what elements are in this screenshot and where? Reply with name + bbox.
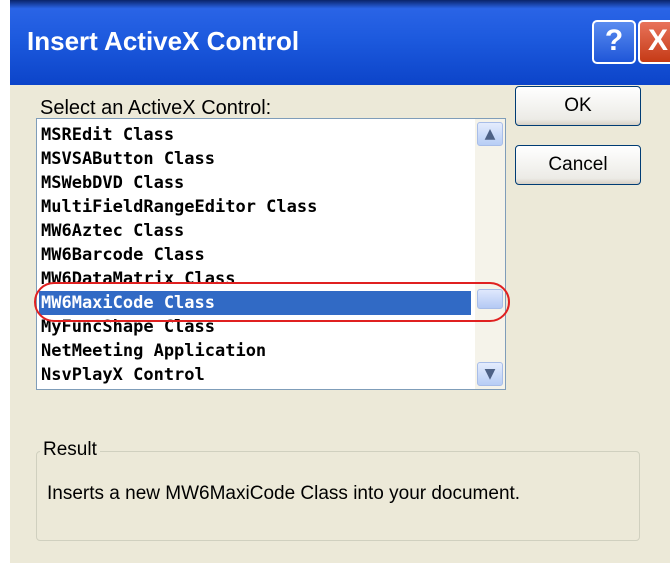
scroll-down-icon[interactable]: ▼ [477, 362, 503, 386]
insert-activex-dialog: Insert ActiveX Control ? X Select an Act… [10, 0, 670, 563]
select-control-label: Select an ActiveX Control: [40, 97, 272, 119]
list-item[interactable]: NetMeeting Application [41, 339, 481, 363]
list-item[interactable]: NsvPlayX Control [41, 363, 481, 387]
list-item[interactable]: MSVSAButton Class [41, 147, 481, 171]
help-button[interactable]: ? [592, 20, 636, 64]
list-item[interactable]: MW6Aztec Class [41, 219, 481, 243]
control-list[interactable]: MSREdit Class MSVSAButton Class MSWebDVD… [36, 118, 506, 390]
result-label: Result [40, 439, 100, 461]
list-item[interactable]: MultiFieldRangeEditor Class [41, 195, 481, 219]
vertical-scrollbar[interactable]: ▲ ▼ [475, 119, 505, 389]
dialog-title: Insert ActiveX Control [27, 26, 300, 56]
list-item[interactable]: MSWebDVD Class [41, 171, 481, 195]
list-item[interactable]: MW6Barcode Class [41, 243, 481, 267]
ok-button[interactable]: OK [515, 86, 641, 126]
title-bar[interactable]: Insert ActiveX Control ? X [10, 0, 670, 85]
result-description: Inserts a new MW6MaxiCode Class into you… [47, 483, 521, 504]
cancel-button[interactable]: Cancel [515, 145, 641, 185]
selection-highlight-ring [34, 282, 510, 322]
close-button[interactable]: X [638, 20, 670, 64]
list-item[interactable]: MSREdit Class [41, 123, 481, 147]
scroll-up-icon[interactable]: ▲ [477, 122, 503, 146]
